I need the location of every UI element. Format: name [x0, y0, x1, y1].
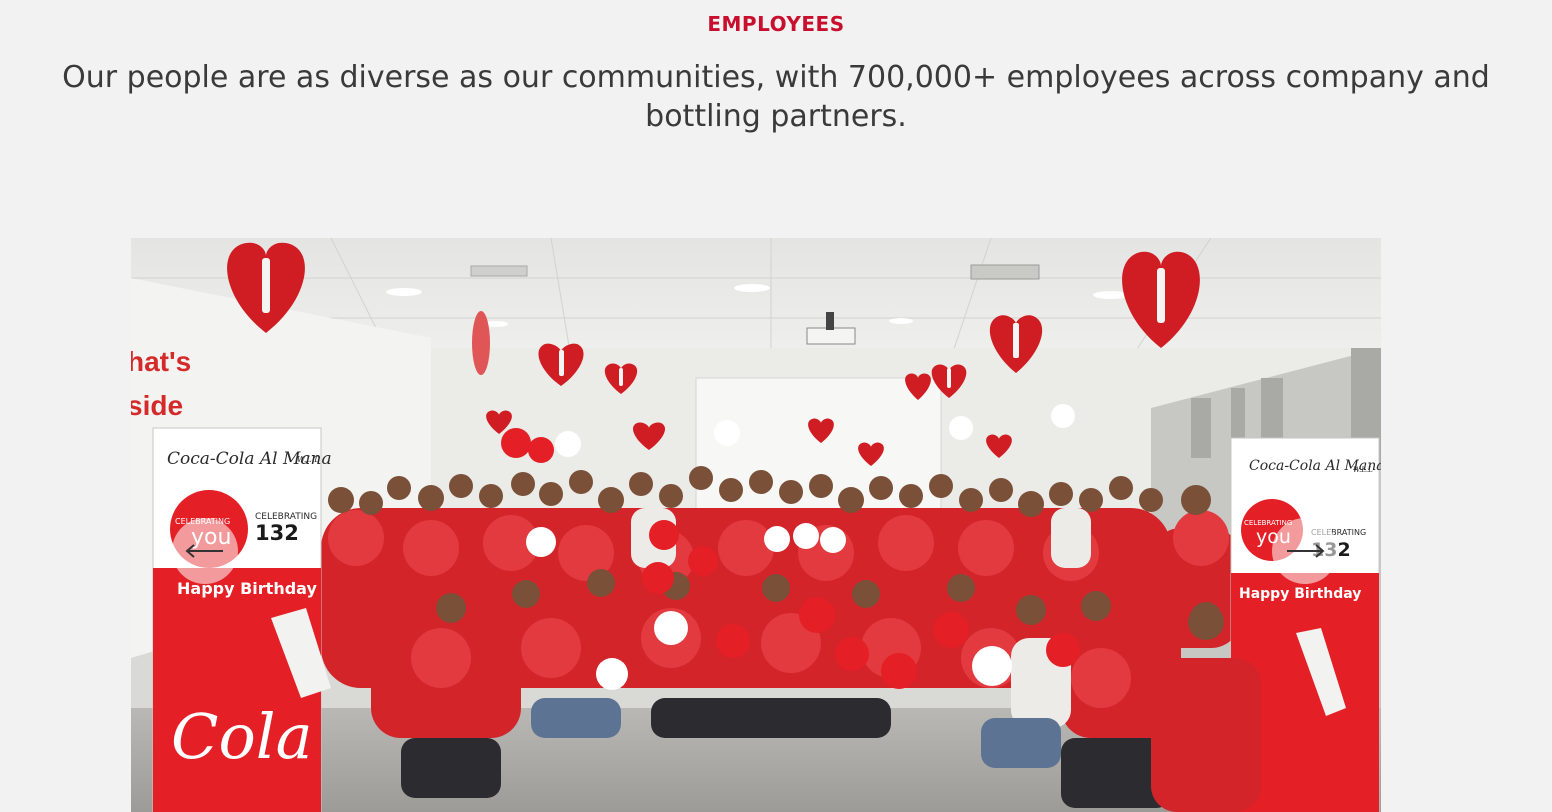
svg-text:W.L.L: W.L.L: [1353, 466, 1373, 474]
carousel-next-button[interactable]: [1272, 518, 1338, 584]
section-eyebrow: EMPLOYEES: [707, 12, 845, 36]
svg-text:Happy Birthday: Happy Birthday: [1239, 586, 1361, 602]
carousel-prev-button[interactable]: [172, 518, 238, 584]
section-headline: Our people are as diverse as our communi…: [62, 60, 1490, 134]
wall-text-line2: side: [131, 390, 183, 421]
banner-left: Coca-Cola Al Mana W.L.L CELEBRATING you …: [152, 427, 332, 812]
svg-text:Cola: Cola: [171, 700, 313, 773]
wall-text-line1: hat's: [131, 346, 191, 377]
image-carousel[interactable]: hat's side Coca-Cola Al Mana W.L.L CELEB…: [131, 238, 1381, 812]
arrow-left-icon: [185, 544, 223, 558]
employees-group-photo: hat's side Coca-Cola Al Mana W.L.L CELEB…: [131, 238, 1381, 812]
svg-text:132: 132: [255, 521, 299, 545]
svg-text:W.L.L: W.L.L: [297, 455, 320, 464]
arrow-right-icon: [1287, 544, 1325, 558]
